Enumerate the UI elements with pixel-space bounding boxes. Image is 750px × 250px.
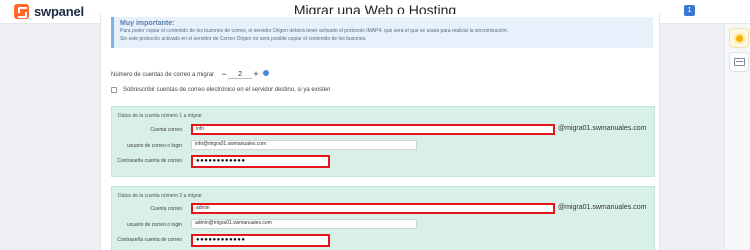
account-2-password-label: Contraseña cuenta de correo [117, 237, 182, 243]
account-2-user-label: usuario de correo o login [126, 222, 182, 228]
card-icon [734, 58, 745, 66]
overwrite-label: Sobrescribir cuentas de correo electróni… [123, 87, 331, 93]
increment-button[interactable]: + [252, 70, 260, 79]
overwrite-checkbox[interactable] [111, 87, 117, 93]
overwrite-row: Sobrescribir cuentas de correo electróni… [111, 87, 330, 93]
migration-form-card: Muy importante: Para poder copiar el con… [100, 14, 660, 250]
account-2-user-input[interactable]: admin@migra01.swmanuales.com [191, 219, 417, 229]
account-count-label: Número de cuentas de correo a migrar [111, 71, 215, 78]
notice-title: Muy importante: [120, 20, 175, 27]
notice-line-1: Para poder copiar el contenido de los bu… [120, 28, 509, 34]
account-1-title: Datos de la cuenta número 1 a migrar [118, 113, 202, 119]
account-2-password-input[interactable]: ●●●●●●●●●●●● [191, 234, 330, 247]
account-1-section: Datos de la cuenta número 1 a migrar Cue… [111, 106, 655, 177]
account-2-domain: @migra01.swmanuales.com [558, 204, 647, 211]
panel-toggle-button[interactable] [729, 52, 749, 72]
right-dock [724, 24, 750, 250]
account-2-email-input[interactable]: admin [191, 203, 555, 214]
info-icon[interactable] [263, 69, 270, 76]
account-1-email-label: Cuenta correo [150, 127, 182, 133]
sun-icon [736, 35, 743, 42]
account-2-section: Datos de la cuenta número 2 a migrar Cue… [111, 186, 655, 250]
account-2-email-label: Cuenta correo [150, 206, 182, 212]
account-count-stepper: − 2 + [220, 70, 260, 79]
account-1-user-input[interactable]: info@migra01.swmanuales.com [191, 140, 417, 150]
account-1-password-input[interactable]: ●●●●●●●●●●●● [191, 155, 330, 168]
important-notice: Muy importante: Para poder copiar el con… [111, 17, 653, 48]
account-1-password-label: Contraseña cuenta de correo [117, 158, 182, 164]
account-count-row: Número de cuentas de correo a migrar − 2… [111, 69, 270, 79]
account-count-input[interactable]: 2 [228, 71, 253, 79]
account-2-title: Datos de la cuenta número 2 a migrar [118, 193, 202, 199]
notification-badge[interactable]: 1 [684, 5, 695, 16]
account-1-user-label: usuario de correo o login [126, 143, 182, 149]
account-1-domain: @migra01.swmanuales.com [558, 125, 647, 132]
account-1-email-input[interactable]: info [191, 124, 555, 135]
notice-line-2: Sin este protocolo activado en el servid… [120, 36, 367, 42]
theme-toggle-button[interactable] [729, 28, 749, 48]
decrement-button[interactable]: − [220, 70, 228, 79]
